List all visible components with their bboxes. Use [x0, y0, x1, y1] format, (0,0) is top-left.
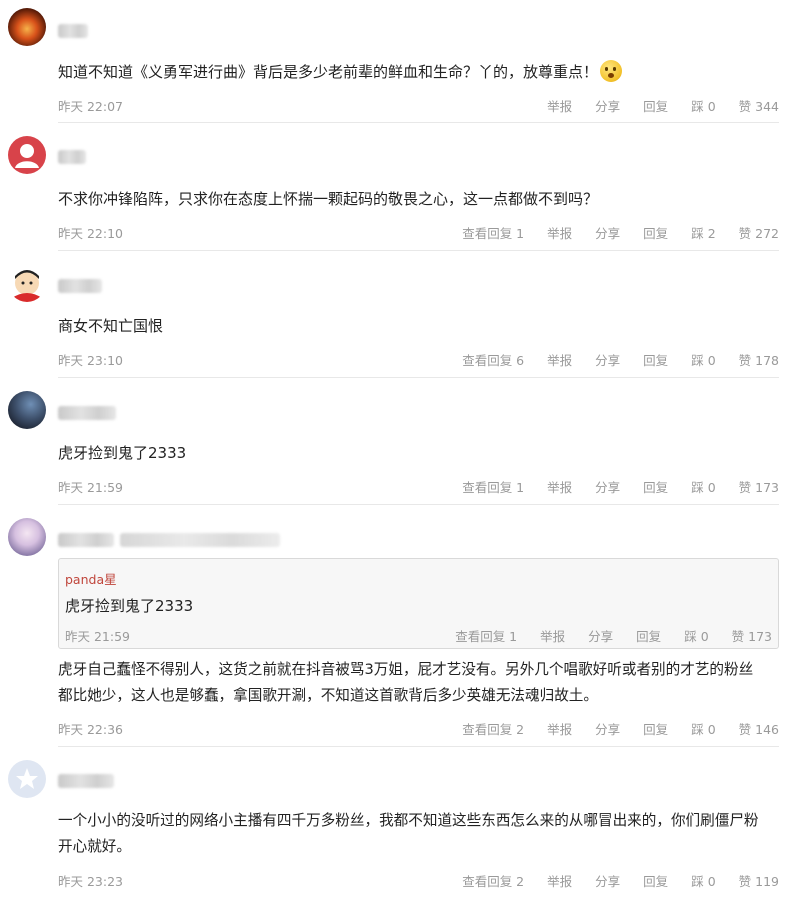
comment-meta: 昨天 22:10 查看回复 1 举报 分享 回复 踩 2 赞 272	[58, 223, 779, 242]
reply-button[interactable]: 回复	[643, 719, 668, 738]
report-button[interactable]: 举报	[547, 477, 572, 496]
dislike-button[interactable]: 踩 0	[691, 350, 715, 369]
divider	[58, 746, 779, 747]
quoted-username[interactable]: panda星	[65, 569, 117, 588]
timestamp: 昨天 21:59	[58, 480, 123, 495]
comment-text-line: 虎牙自己蠢怪不得别人，这货之前就在抖音被骂3万姐，屁才艺没有。另外几个唱歌好听或…	[58, 661, 754, 678]
reply-button[interactable]: 回复	[643, 223, 668, 242]
share-button[interactable]: 分享	[595, 477, 620, 496]
comment-meta: 昨天 22:07 举报 分享 回复 踩 0 赞 344	[58, 96, 779, 115]
view-replies-button[interactable]: 查看回复 1	[462, 477, 524, 496]
dislike-button[interactable]: 踩 0	[691, 871, 715, 890]
comment-meta: 昨天 23:23 查看回复 2 举报 分享 回复 踩 0 赞 119	[58, 871, 779, 890]
view-replies-button[interactable]: 查看回复 2	[462, 871, 524, 890]
like-button[interactable]: 赞 119	[739, 871, 779, 890]
share-button[interactable]: 分享	[588, 626, 613, 645]
dislike-button[interactable]: 踩 0	[691, 477, 715, 496]
anime-avatar[interactable]	[8, 518, 46, 556]
default-user-avatar[interactable]	[8, 136, 46, 174]
reply-button[interactable]: 回复	[643, 350, 668, 369]
divider	[58, 122, 779, 123]
comment-item: 知道不知道《义勇军进行曲》背后是多少老前辈的鲜血和生命？丫的，放尊重点！ 昨天 …	[0, 0, 807, 125]
cartoon-boy-icon	[12, 270, 42, 302]
like-button[interactable]: 赞 272	[739, 223, 779, 242]
username-blurred[interactable]	[58, 406, 116, 420]
dislike-button[interactable]: 踩 0	[691, 719, 715, 738]
share-button[interactable]: 分享	[595, 871, 620, 890]
grin-emoji-icon	[600, 60, 623, 82]
timestamp: 昨天 23:10	[58, 353, 123, 368]
divider	[58, 377, 779, 378]
reply-button[interactable]: 回复	[643, 96, 668, 115]
reply-button[interactable]: 回复	[643, 871, 668, 890]
username-blurred[interactable]	[58, 24, 88, 38]
view-replies-button[interactable]: 查看回复 2	[462, 719, 524, 738]
divider	[58, 250, 779, 251]
username-blurred[interactable]	[58, 279, 102, 293]
view-replies-button[interactable]: 查看回复 1	[455, 626, 517, 645]
comment-meta: 昨天 21:59 查看回复 1 举报 分享 回复 踩 0 赞 173	[58, 477, 779, 496]
report-button[interactable]: 举报	[547, 350, 572, 369]
share-button[interactable]: 分享	[595, 350, 620, 369]
like-button[interactable]: 赞 178	[739, 350, 779, 369]
star-icon	[16, 768, 38, 789]
divider	[58, 504, 779, 505]
comment-text-line: 一个小小的没听过的网络小主播有四千万多粉丝，我都不知道这些东西怎么来的从哪冒出来…	[58, 812, 759, 829]
cartoon-avatar[interactable]	[8, 264, 46, 302]
username-blurred[interactable]	[58, 774, 114, 788]
report-button[interactable]: 举报	[547, 719, 572, 738]
quoted-comment: panda星 虎牙捡到鬼了2333 昨天 21:59 查看回复 1 举报 分享 …	[58, 558, 779, 649]
dislike-button[interactable]: 踩 0	[691, 96, 715, 115]
view-replies-button[interactable]: 查看回复 6	[462, 350, 524, 369]
timestamp: 昨天 21:59	[65, 629, 130, 644]
report-button[interactable]: 举报	[547, 223, 572, 242]
quoted-text: 虎牙捡到鬼了2333	[65, 597, 194, 615]
timestamp: 昨天 22:10	[58, 226, 123, 241]
comment-meta: 昨天 23:10 查看回复 6 举报 分享 回复 踩 0 赞 178	[58, 350, 779, 369]
comment-text: 商女不知亡国恨	[58, 317, 164, 335]
share-button[interactable]: 分享	[595, 719, 620, 738]
dislike-button[interactable]: 踩 2	[691, 223, 715, 242]
username-blurred[interactable]	[58, 533, 114, 547]
report-button[interactable]: 举报	[540, 626, 565, 645]
like-button[interactable]: 赞 146	[739, 719, 779, 738]
username-suffix-blurred	[120, 533, 280, 547]
user-silhouette-icon	[15, 144, 39, 168]
avatar[interactable]	[8, 8, 46, 46]
username-blurred[interactable]	[58, 150, 86, 164]
share-button[interactable]: 分享	[595, 96, 620, 115]
view-replies-button[interactable]: 查看回复 1	[462, 223, 524, 242]
report-button[interactable]: 举报	[547, 96, 572, 115]
comment-text-content: 知道不知道《义勇军进行曲》背后是多少老前辈的鲜血和生命？丫的，放尊重点！	[58, 63, 599, 81]
like-button[interactable]: 赞 173	[732, 626, 772, 645]
comment-text: 知道不知道《义勇军进行曲》背后是多少老前辈的鲜血和生命？丫的，放尊重点！	[58, 59, 623, 85]
dislike-button[interactable]: 踩 0	[684, 626, 708, 645]
share-button[interactable]: 分享	[595, 223, 620, 242]
like-button[interactable]: 赞 344	[739, 96, 779, 115]
comment-text: 虎牙捡到鬼了2333	[58, 444, 187, 462]
reply-button[interactable]: 回复	[643, 477, 668, 496]
timestamp: 昨天 22:07	[58, 99, 123, 114]
quoted-meta: 昨天 21:59 查看回复 1 举报 分享 回复 踩 0 赞 173	[65, 626, 772, 645]
default-star-avatar[interactable]	[8, 760, 46, 798]
comment-text-line: 都比她少，这人也是够蠢，拿国歌开涮，不知道这首歌背后多少英雄无法魂归故土。	[58, 687, 598, 704]
comment-meta: 昨天 22:36 查看回复 2 举报 分享 回复 踩 0 赞 146	[58, 719, 779, 738]
comment-text: 不求你冲锋陷阵，只求你在态度上怀揣一颗起码的敬畏之心，这一点都做不到吗？	[58, 190, 599, 208]
reply-button[interactable]: 回复	[636, 626, 661, 645]
timestamp: 昨天 22:36	[58, 722, 123, 737]
like-button[interactable]: 赞 173	[739, 477, 779, 496]
comment-text-line: 开心就好。	[58, 838, 131, 855]
report-button[interactable]: 举报	[547, 871, 572, 890]
photo-avatar[interactable]	[8, 391, 46, 429]
timestamp: 昨天 23:23	[58, 874, 123, 889]
